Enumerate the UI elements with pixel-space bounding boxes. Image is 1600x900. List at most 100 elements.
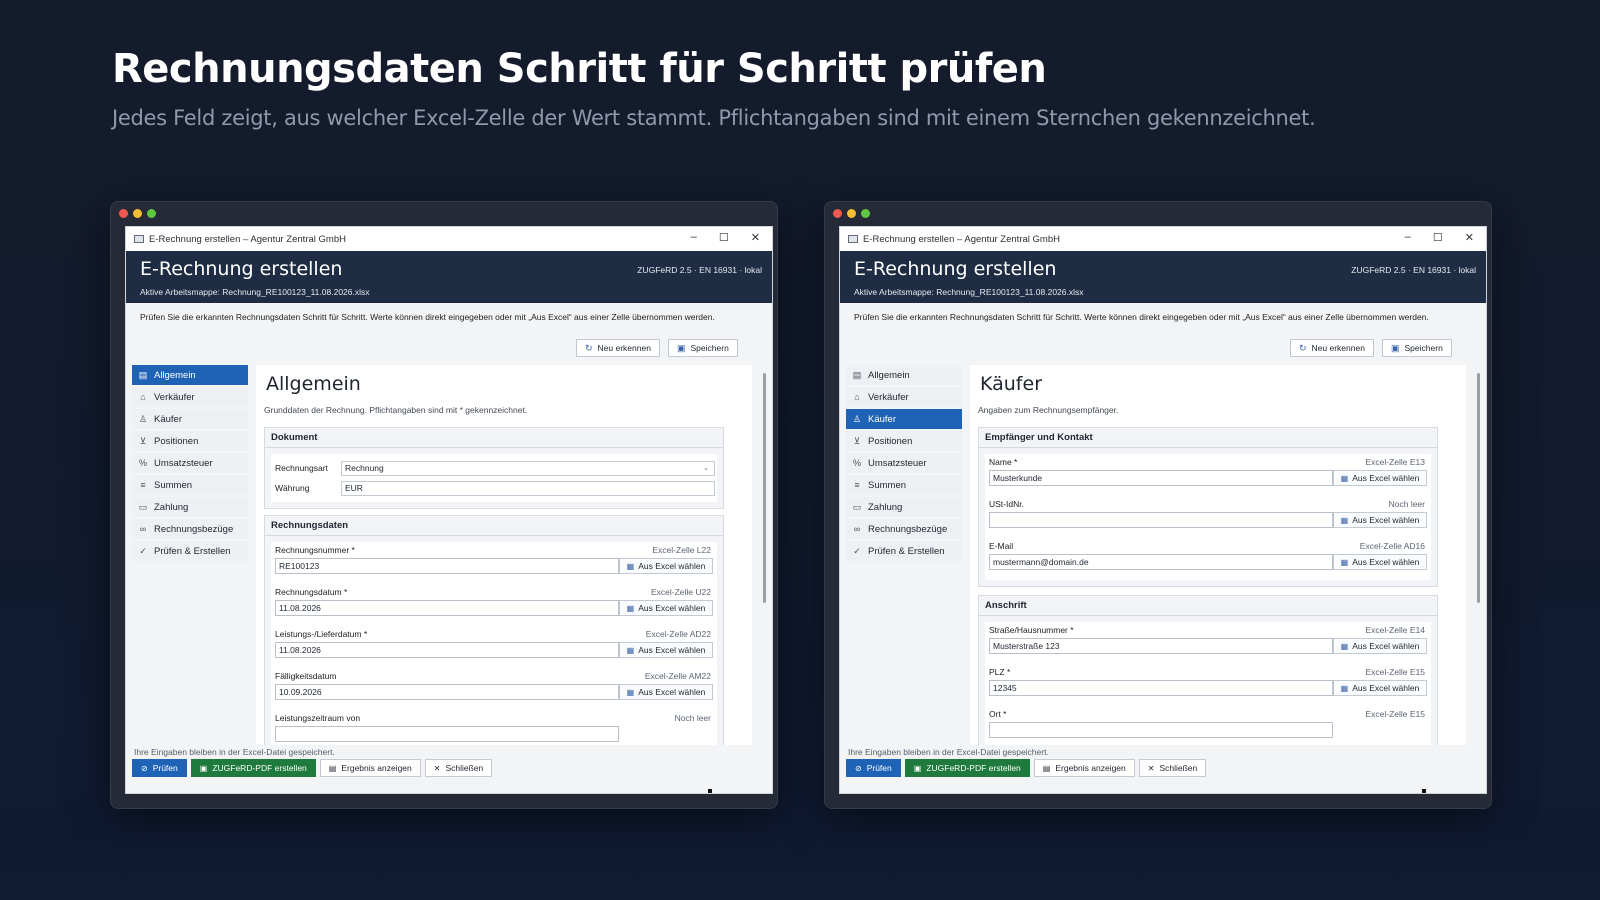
invoice-type-select[interactable]: Rechnung ⌄ [341, 460, 715, 476]
intro-text: Prüfen Sie die erkannten Rechnungsdaten … [140, 312, 715, 322]
save-button[interactable]: ▣ Speichern [668, 339, 738, 357]
sidebar-item-positionen[interactable]: ⊻ Positionen [846, 431, 962, 451]
sidebar-item-allgemein[interactable]: ▤ Allgemein [132, 365, 248, 385]
app-window: E-Rechnung erstellen – Agentur Zentral G… [125, 226, 773, 794]
field-service-period-from: Leistungszeitraum von Noch leer [273, 710, 715, 745]
section-title: Dokument [265, 428, 723, 448]
rescan-button[interactable]: ↻ Neu erkennen [1290, 339, 1374, 357]
from-excel-button[interactable]: ▦ Aus Excel wählen [619, 642, 713, 658]
sidebar-item-summen[interactable]: ≡ Summen [846, 475, 962, 495]
excel-source: Excel-Zelle E15 [1365, 667, 1425, 677]
chevron-down-icon: ⌄ [703, 465, 709, 472]
invoice-number-input[interactable]: RE100123 [275, 558, 619, 574]
sidebar-item-kaeufer[interactable]: ♙ Käufer [846, 409, 962, 429]
minimize-icon[interactable]: – [691, 231, 697, 244]
section-title: Empfänger und Kontakt [979, 428, 1437, 448]
section-dokument: Dokument Rechnungsart Rechnung ⌄ Währung … [264, 427, 724, 509]
window-title: E-Rechnung erstellen – Agentur Zentral G… [149, 233, 346, 245]
app-title: E-Rechnung erstellen [854, 258, 1057, 280]
vat-id-input[interactable] [989, 512, 1333, 528]
from-excel-button[interactable]: ▦ Aus Excel wählen [619, 684, 713, 700]
excel-source: Noch leer [674, 713, 711, 723]
sidebar-item-zahlung[interactable]: ▭ Zahlung [132, 497, 248, 517]
from-excel-button[interactable]: ▦ Aus Excel wählen [619, 558, 713, 574]
sidebar-item-rechnungsbezuege[interactable]: ∞ Rechnungsbezüge [132, 519, 248, 539]
excel-icon: ▦ [626, 603, 635, 613]
page-description: Grunddaten der Rechnung. Pflichtangaben … [264, 405, 528, 415]
from-excel-button[interactable]: ▦ Aus Excel wählen [1333, 470, 1427, 486]
sidebar-item-kaeufer[interactable]: ♙ Käufer [132, 409, 248, 429]
excel-source: Excel-Zelle E14 [1365, 625, 1425, 635]
excel-icon: ▦ [1340, 683, 1349, 693]
delivery-date-input[interactable]: 11.08.2026 [275, 642, 619, 658]
from-excel-button[interactable]: ▦ Aus Excel wählen [1333, 680, 1427, 696]
close-dot[interactable] [119, 209, 128, 218]
excel-source: Excel-Zelle E15 [1365, 709, 1425, 719]
buyer-name-input[interactable]: Musterkunde [989, 470, 1333, 486]
refresh-icon: ↻ [585, 342, 593, 353]
close-icon[interactable]: ✕ [751, 231, 760, 244]
from-excel-button[interactable]: ▦ Aus Excel wählen [1333, 638, 1427, 654]
app-window: E-Rechnung erstellen – Agentur Zentral G… [839, 226, 1487, 794]
from-excel-button[interactable]: ▦ Aus Excel wählen [1333, 554, 1427, 570]
pdf-icon: ▣ [199, 763, 208, 773]
rescan-button[interactable]: ↻ Neu erkennen [576, 339, 660, 357]
section-empfaenger-kontakt: Empfänger und Kontakt Name * Excel-Zelle… [978, 427, 1438, 587]
show-result-button[interactable]: ▤ Ergebnis anzeigen [319, 759, 421, 777]
close-icon: ✕ [433, 763, 441, 773]
sidebar-item-rechnungsbezuege[interactable]: ∞ Rechnungsbezüge [846, 519, 962, 539]
zoom-dot[interactable] [861, 209, 870, 218]
from-excel-button[interactable]: ▦ Aus Excel wählen [619, 600, 713, 616]
due-date-input[interactable]: 10.09.2026 [275, 684, 619, 700]
close-icon[interactable]: ✕ [1465, 231, 1474, 244]
minimize-dot[interactable] [133, 209, 142, 218]
document-icon: ▤ [138, 369, 148, 380]
invoice-date-input[interactable]: 11.08.2026 [275, 600, 619, 616]
scrollbar[interactable] [1477, 373, 1480, 603]
active-workbook: Aktive Arbeitsmappe: Rechnung_RE100123_1… [140, 287, 370, 297]
scrollbar[interactable] [763, 373, 766, 603]
field-street: Straße/Hausnummer * Excel-Zelle E14 Must… [987, 622, 1429, 664]
create-pdf-button[interactable]: ▣ ZUGFeRD-PDF erstellen [190, 759, 316, 777]
sidebar-item-umsatzsteuer[interactable]: % Umsatzsteuer [132, 453, 248, 473]
zip-input[interactable]: 12345 [989, 680, 1333, 696]
sidebar-item-verkaeufer[interactable]: ⌂ Verkäufer [846, 387, 962, 407]
close-dot[interactable] [833, 209, 842, 218]
sidebar-item-allgemein[interactable]: ▤ Allgemein [846, 365, 962, 385]
maximize-icon[interactable]: ☐ [719, 231, 729, 244]
service-period-from-input[interactable] [275, 726, 619, 742]
maximize-icon[interactable]: ☐ [1433, 231, 1443, 244]
sidebar-item-positionen[interactable]: ⊻ Positionen [132, 431, 248, 451]
save-button[interactable]: ▣ Speichern [1382, 339, 1452, 357]
document-icon: ▤ [328, 763, 337, 773]
check-button[interactable]: ⊘ Prüfen [846, 759, 901, 777]
sidebar-item-summen[interactable]: ≡ Summen [132, 475, 248, 495]
check-button[interactable]: ⊘ Prüfen [132, 759, 187, 777]
minimize-dot[interactable] [847, 209, 856, 218]
person-icon: ♙ [138, 413, 148, 424]
from-excel-button[interactable]: ▦ Aus Excel wählen [1333, 512, 1427, 528]
excel-source: Excel-Zelle AD16 [1359, 541, 1425, 551]
close-button[interactable]: ✕ Schließen [424, 759, 493, 777]
minimize-icon[interactable]: – [1405, 231, 1411, 244]
window-titlebar: E-Rechnung erstellen – Agentur Zentral G… [126, 227, 772, 251]
sidebar-item-zahlung[interactable]: ▭ Zahlung [846, 497, 962, 517]
sidebar-item-umsatzsteuer[interactable]: % Umsatzsteuer [846, 453, 962, 473]
excel-icon: ▦ [626, 687, 635, 697]
city-input[interactable] [989, 722, 1333, 738]
field-email: E-Mail Excel-Zelle AD16 mustermann@domai… [987, 538, 1429, 580]
section-title: Rechnungsdaten [265, 516, 723, 536]
currency-input[interactable]: EUR [341, 480, 715, 496]
zoom-dot[interactable] [147, 209, 156, 218]
field-zip: PLZ * Excel-Zelle E15 12345 ▦ Aus Excel w… [987, 664, 1429, 706]
sidebar-item-pruefen-erstellen[interactable]: ✓ Prüfen & Erstellen [132, 541, 248, 561]
close-button[interactable]: ✕ Schließen [1138, 759, 1207, 777]
sidebar-item-pruefen-erstellen[interactable]: ✓ Prüfen & Erstellen [846, 541, 962, 561]
show-result-button[interactable]: ▤ Ergebnis anzeigen [1033, 759, 1135, 777]
email-input[interactable]: mustermann@domain.de [989, 554, 1333, 570]
street-input[interactable]: Musterstraße 123 [989, 638, 1333, 654]
create-pdf-button[interactable]: ▣ ZUGFeRD-PDF erstellen [904, 759, 1030, 777]
card-icon: ▭ [852, 501, 862, 512]
cart-icon: ⊻ [139, 435, 147, 446]
sidebar-item-verkaeufer[interactable]: ⌂ Verkäufer [132, 387, 248, 407]
